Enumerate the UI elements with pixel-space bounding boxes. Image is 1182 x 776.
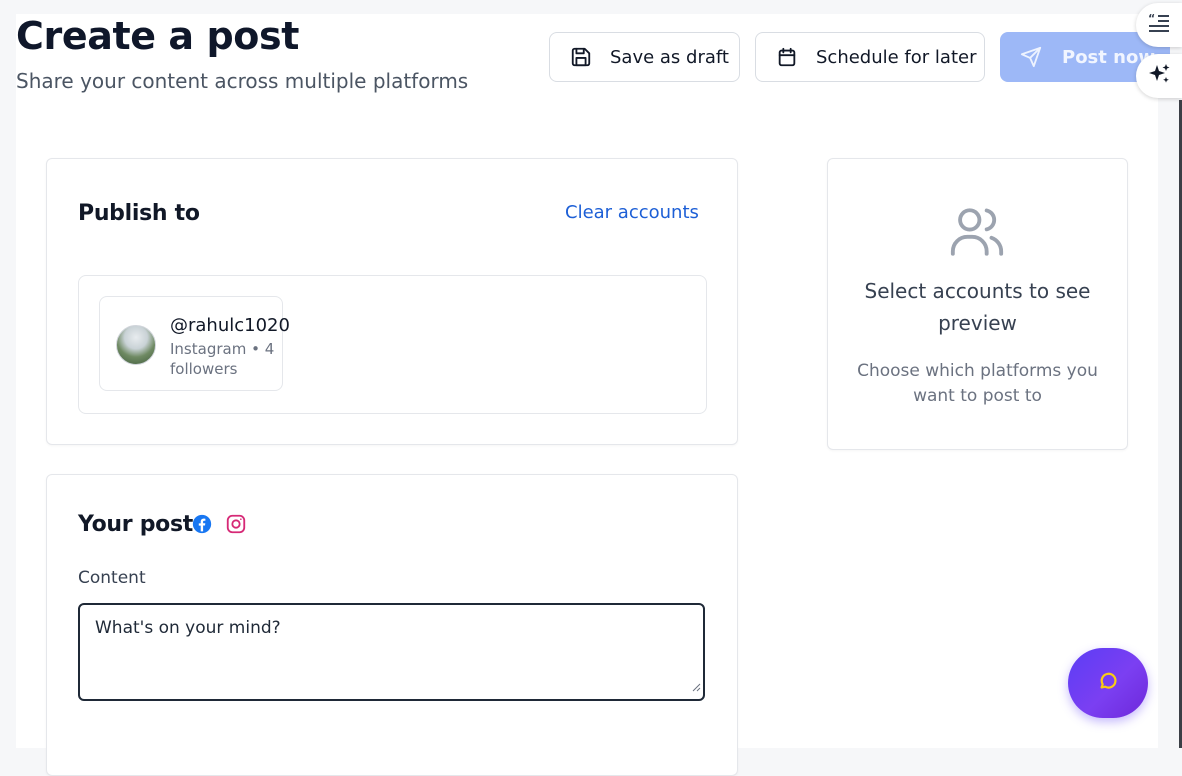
instagram-icon — [225, 513, 247, 540]
publish-heading: Publish to — [78, 201, 200, 226]
content-label: Content — [78, 568, 146, 588]
preview-card: Select accounts to see preview Choose wh… — [827, 158, 1128, 450]
users-icon — [948, 203, 1006, 266]
svg-text:“: “ — [1148, 12, 1155, 25]
content-textarea[interactable]: What's on your mind? — [78, 603, 705, 701]
quote-list-icon: “ — [1147, 11, 1171, 40]
sparkles-icon — [1147, 62, 1171, 91]
save-draft-label: Save as draft — [610, 46, 729, 68]
save-icon — [570, 46, 592, 68]
send-icon — [1020, 46, 1042, 68]
chat-button[interactable] — [1068, 648, 1148, 718]
avatar — [116, 325, 156, 365]
account-handle: @rahulc1020 — [170, 315, 290, 336]
save-draft-button[interactable]: Save as draft — [549, 32, 740, 82]
platform-icons — [191, 513, 247, 540]
schedule-label: Schedule for later — [816, 46, 977, 68]
publish-card: Publish to Clear accounts @rahulc1020 In… — [46, 158, 738, 445]
account-chip[interactable]: @rahulc1020 Instagram • 4 followers — [99, 296, 290, 391]
quotes-side-button[interactable]: “ — [1136, 3, 1182, 47]
calendar-icon — [776, 46, 798, 68]
facebook-icon — [191, 513, 213, 540]
chat-icon — [1097, 670, 1119, 697]
preview-subtitle: Choose which platforms you want to post … — [857, 361, 1098, 406]
schedule-button[interactable]: Schedule for later — [755, 32, 985, 82]
page-subtitle: Share your content across multiple platf… — [16, 69, 469, 93]
accounts-list: @rahulc1020 Instagram • 4 followers — [78, 275, 707, 414]
clear-accounts-link[interactable]: Clear accounts — [565, 202, 699, 223]
post-heading: Your post — [78, 512, 193, 537]
ai-side-button[interactable] — [1136, 54, 1182, 98]
preview-title: Select accounts to see preview — [864, 279, 1091, 335]
content-placeholder: What's on your mind? — [95, 618, 281, 638]
page-title: Create a post — [16, 14, 299, 58]
post-card: Your post Content What's on your mind? — [46, 474, 738, 776]
resize-handle-icon[interactable] — [691, 677, 701, 697]
account-meta: Instagram • 4 followers — [170, 340, 275, 378]
